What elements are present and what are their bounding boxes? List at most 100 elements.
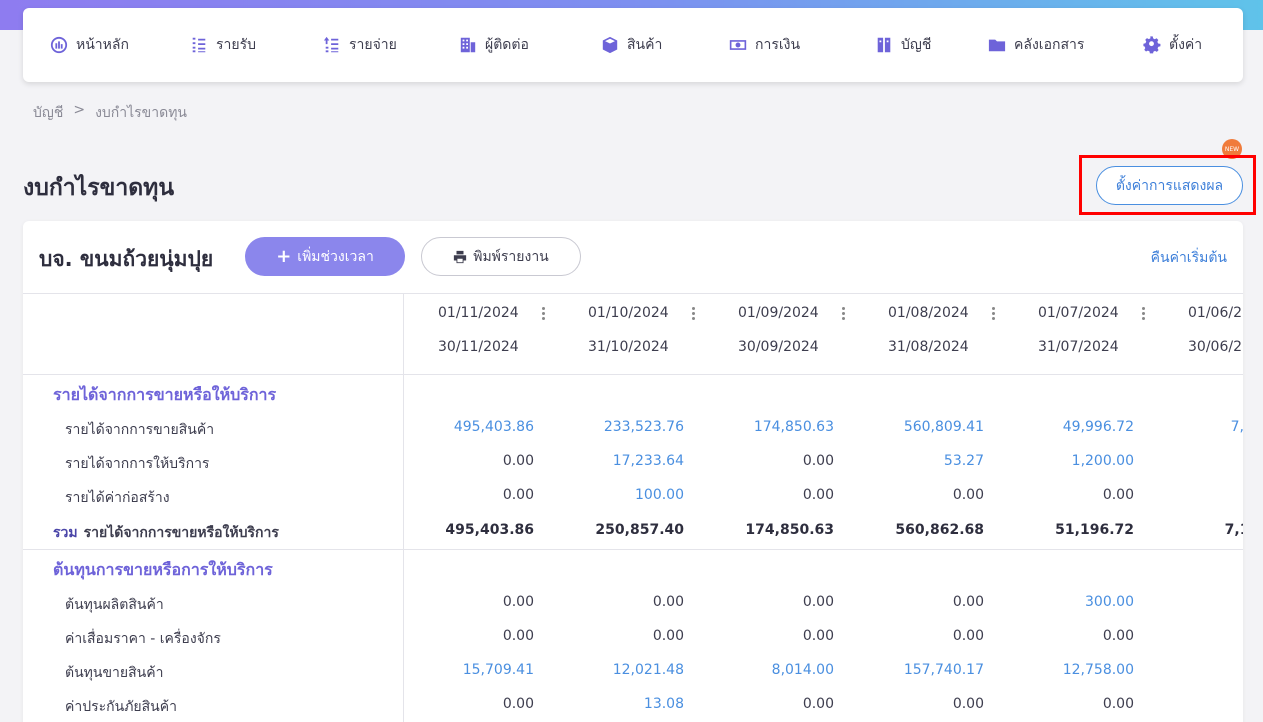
period-end-date: 31/07/2024 [1038,339,1119,355]
company-name: บจ. ขนมถ้วยนุ่มปุย [39,247,214,271]
value-cell[interactable]: 560,809.41 [854,419,984,435]
reset-default-link[interactable]: คืนค่าเริ่มต้น [1151,247,1227,269]
nav-contacts-label: ผู้ติดต่อ [485,37,529,53]
period-end-date: 30/06/2 [1188,339,1242,355]
total-cell: 7,159,1 [1224,522,1243,538]
row-label-text: ต้นทุนขายสินค้า [65,665,164,681]
nav-contacts[interactable]: ผู้ติดต่อ [459,34,601,56]
value-cell[interactable]: 495,403.86 [404,419,534,435]
period-start-date: 01/09/2024 [738,305,819,321]
value-cell: 0.00 [502,628,534,644]
value-cell[interactable]: 174,850.63 [704,419,834,435]
dashboard-icon [50,36,68,54]
plus-icon: + [276,245,292,267]
nav-home[interactable]: หน้าหลัก [50,34,190,56]
value-cell[interactable]: 15,709.41 [404,662,534,678]
period-end-date: 30/11/2024 [438,339,519,355]
value-cell[interactable]: 157,740.17 [854,662,984,678]
contacts-icon [460,37,476,53]
value-cell: 0.00 [952,487,984,503]
nav-accounting[interactable]: บัญชี [875,34,988,56]
period-menu-icon[interactable] [540,305,546,323]
account-row-label: รายได้จากการให้บริการ [65,453,209,475]
value-cell[interactable]: 8,014.00 [704,662,834,678]
value-cell: 0.00 [652,594,684,610]
value-cell[interactable]: 13.08 [554,696,684,712]
account-row-label: ต้นทุนขายสินค้า [65,662,163,684]
value-cell[interactable]: 49,996.72 [1004,419,1134,435]
value-cell[interactable]: 1,200.00 [1004,453,1134,469]
nav-home-label: หน้าหลัก [76,37,129,53]
nav-accounting-label: บัญชี [901,37,932,53]
period-end-date: 30/09/2024 [738,339,819,355]
nav-income-label: รายรับ [216,37,256,53]
breadcrumb-current: งบกำไรขาดทุน [95,105,188,121]
gear-icon [1143,36,1161,54]
value-cell[interactable]: 17,233.64 [554,453,684,469]
value-cell: 0.00 [802,628,834,644]
account-row-label: ค่าเสื่อมราคา - เครื่องจักร [65,628,221,650]
income-icon [192,37,206,53]
value-cell: 0.00 [502,696,534,712]
total-cell: 560,862.68 [895,522,984,538]
period-menu-icon[interactable] [840,305,846,323]
main-navbar: หน้าหลัก รายรับ รายจ่าย ผู้ติดต่อ สินค้า… [23,8,1243,82]
breadcrumb-parent[interactable]: บัญชี [33,102,63,124]
nav-finance-label: การเงิน [755,37,801,53]
period-header-divider [23,374,1243,375]
total-prefix: รวม [53,525,78,541]
nav-expense[interactable]: รายจ่าย [323,34,459,56]
display-settings-button[interactable]: ตั้งค่าการแสดงผล [1096,166,1243,205]
value-cell[interactable]: 233,523.76 [554,419,684,435]
total-cell: 495,403.86 [445,522,534,538]
value-cell: 0.00 [502,487,534,503]
row-label-text: รายได้ค่าก่อสร้าง [65,490,170,506]
value-cell[interactable]: 7,159,1 [1154,419,1243,435]
row-label-text: ค่าประกันภัยสินค้า [65,699,177,715]
account-row-label: รายได้ค่าก่อสร้าง [65,487,170,509]
nav-income[interactable]: รายรับ [190,34,323,56]
total-row-label: รวม รายได้จากการขายหรือให้บริการ [53,522,279,544]
add-period-button[interactable]: + เพิ่มช่วงเวลา [245,237,405,276]
value-cell: 0.00 [952,628,984,644]
nav-settings[interactable]: ตั้งค่า [1143,34,1223,56]
value-cell[interactable]: 12,758.00 [1004,662,1134,678]
report-card: บจ. ขนมถ้วยนุ่มปุย + เพิ่มช่วงเวลา พิมพ์… [23,221,1243,722]
print-report-button[interactable]: พิมพ์รายงาน [421,237,581,276]
value-cell: 0.00 [802,594,834,610]
value-cell[interactable]: 12,021.48 [554,662,684,678]
row-label-text: ต้นทุนผลิตสินค้า [65,597,164,613]
ledger-icon [877,37,891,53]
nav-settings-label: ตั้งค่า [1169,37,1203,53]
breadcrumb: บัญชี > งบกำไรขาดทุน [33,102,187,124]
value-cell: 0.00 [1102,696,1134,712]
period-end-date: 31/10/2024 [588,339,669,355]
page-title: งบกำไรขาดทุน [23,175,175,201]
period-end-date: 31/08/2024 [888,339,969,355]
nav-products[interactable]: สินค้า [601,34,729,56]
value-cell: 0.00 [952,696,984,712]
value-cell: 0.00 [652,628,684,644]
folder-icon [988,39,1006,52]
period-menu-icon[interactable] [1140,305,1146,323]
nav-documents[interactable]: คลังเอกสาร [988,34,1143,56]
nav-products-label: สินค้า [627,37,663,53]
value-cell: 0.00 [1102,487,1134,503]
period-start-date: 01/10/2024 [588,305,669,321]
row-label-text: ค่าเสื่อมราคา - เครื่องจักร [65,631,221,647]
row-label-text: รายได้จากการให้บริการ [65,456,210,472]
value-cell[interactable]: 26,1 [1154,662,1243,678]
value-cell: 0.00 [1102,628,1134,644]
period-menu-icon[interactable] [690,305,696,323]
header-divider [23,293,1243,294]
value-cell[interactable]: 300.00 [1004,594,1134,610]
value-cell[interactable]: 53.27 [854,453,984,469]
section-title-revenue: รายได้จากการขายหรือให้บริการ [53,385,277,404]
nav-finance[interactable]: การเงิน [729,34,875,56]
period-menu-icon[interactable] [990,305,996,323]
total-cell: 174,850.63 [745,522,834,538]
value-cell[interactable]: 3 [1154,628,1243,644]
period-start-date: 01/07/2024 [1038,305,1119,321]
breadcrumb-separator: > [73,102,86,118]
value-cell[interactable]: 100.00 [554,487,684,503]
